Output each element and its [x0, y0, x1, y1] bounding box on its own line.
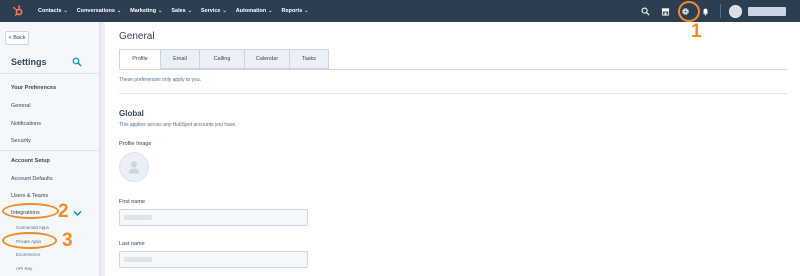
nav-item-service[interactable]: Service ⌄ [201, 8, 227, 14]
marketplace-icon[interactable] [658, 4, 672, 18]
annotation-number-2: 2 [58, 201, 69, 222]
nav-divider [720, 4, 721, 18]
chevron-down-icon: ⌄ [268, 8, 273, 14]
sidebar-divider [0, 150, 100, 151]
first-name-label: First name [119, 199, 145, 205]
hubspot-logo-icon[interactable] [8, 0, 28, 22]
nav-item-contacts[interactable]: Contacts ⌄ [38, 8, 68, 14]
last-name-label: Last name [119, 241, 145, 247]
annotation-circle-private-apps [2, 232, 57, 249]
sidebar-divider [0, 73, 100, 74]
annotation-circle-integrations [2, 203, 59, 219]
user-icon [128, 161, 140, 174]
tab-email[interactable]: Email [161, 49, 200, 69]
global-section-description: This applies across any HubSpot accounts… [119, 122, 237, 128]
annotation-number-3: 3 [62, 230, 73, 251]
page-title: General [119, 31, 155, 42]
chevron-down-icon: ⌄ [304, 8, 309, 14]
profile-image-label: Profile Image [119, 141, 152, 147]
preference-tabs: Profile Email Calling Calendar Tasks [119, 49, 329, 69]
tabs-underline [119, 69, 787, 70]
global-section-title: Global [119, 109, 144, 118]
sidebar-search-icon[interactable] [72, 57, 82, 67]
sidebar-item-account-defaults[interactable]: Account Defaults [11, 176, 53, 182]
sidebar-item-security[interactable]: Security [11, 138, 31, 144]
bell-icon[interactable] [698, 4, 712, 18]
first-name-input[interactable] [119, 209, 308, 226]
back-button[interactable]: < Back [5, 31, 29, 45]
chevron-down-icon: ⌄ [187, 8, 192, 14]
profile-image-placeholder[interactable] [119, 152, 149, 182]
tab-calendar[interactable]: Calendar [245, 49, 290, 69]
nav-item-reports[interactable]: Reports ⌄ [281, 8, 308, 14]
sidebar-item-notifications[interactable]: Notifications [11, 121, 41, 127]
sidebar-subitem-api-key[interactable]: API Key [16, 266, 32, 271]
sidebar-subitem-ecommerce[interactable]: Ecommerce [16, 252, 40, 257]
sidebar-subitem-connected-apps[interactable]: Connected Apps [16, 225, 49, 230]
tab-tasks[interactable]: Tasks [290, 49, 329, 69]
annotation-number-1: 1 [691, 21, 702, 42]
redacted-value [124, 215, 152, 220]
search-icon[interactable] [638, 4, 652, 18]
avatar[interactable] [729, 4, 742, 18]
redacted-value [124, 257, 152, 262]
account-name-redacted[interactable] [748, 6, 786, 16]
section-heading-your-preferences: Your Preferences [11, 85, 57, 91]
tab-profile[interactable]: Profile [119, 49, 161, 69]
nav-item-sales[interactable]: Sales ⌄ [171, 8, 192, 14]
section-heading-account-setup: Account Setup [11, 158, 50, 164]
sidebar-item-users-teams[interactable]: Users & Teams [11, 193, 48, 199]
chevron-down-icon: ⌄ [222, 8, 227, 14]
chevron-down-icon: ⌄ [116, 8, 122, 14]
chevron-down-icon: ⌄ [63, 8, 68, 14]
last-name-input[interactable] [119, 251, 308, 268]
section-divider [119, 93, 787, 94]
sidebar-item-general[interactable]: General [11, 103, 31, 109]
nav-item-automation[interactable]: Automation ⌄ [236, 8, 273, 14]
sidebar-scrollbar[interactable] [100, 22, 105, 276]
chevron-down-icon[interactable] [73, 210, 82, 217]
settings-title: Settings [11, 57, 47, 67]
preferences-note: These preferences only apply to you. [119, 77, 201, 83]
chevron-down-icon: ⌄ [158, 8, 163, 14]
annotation-circle-gear [678, 1, 700, 22]
nav-item-marketing[interactable]: Marketing ⌄ [130, 8, 162, 14]
nav-item-conversations[interactable]: Conversations ⌄ [77, 8, 121, 14]
tab-calling[interactable]: Calling [200, 49, 245, 69]
